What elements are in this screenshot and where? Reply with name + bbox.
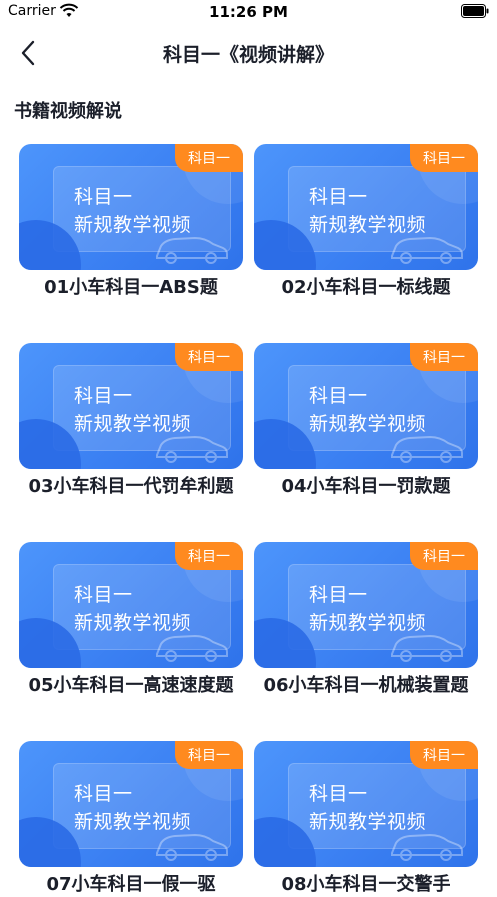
video-thumbnail[interactable]: 科目一 新规教学视频 科目一 [254, 144, 478, 270]
video-thumbnail[interactable]: 科目一 新规教学视频 科目一 [254, 343, 478, 469]
video-thumbnail[interactable]: 科目一 新规教学视频 科目一 [19, 741, 243, 867]
video-card[interactable]: 科目一 新规教学视频 科目一 02小车科目一标线题 [254, 144, 478, 300]
category-badge: 科目一 [175, 343, 243, 371]
video-card[interactable]: 科目一 新规教学视频 科目一 03小车科目一代罚牟利题 [19, 343, 243, 499]
video-title[interactable]: 08小车科目一交警手 [254, 873, 478, 897]
thumbnail-line1: 科目一 [309, 385, 368, 407]
video-title[interactable]: 02小车科目一标线题 [254, 276, 478, 300]
status-bar: Carrier 11:26 PM [0, 0, 497, 26]
category-badge: 科目一 [410, 542, 478, 570]
video-card[interactable]: 科目一 新规教学视频 科目一 08小车科目一交警手 [254, 741, 478, 897]
video-thumbnail[interactable]: 科目一 新规教学视频 科目一 [254, 542, 478, 668]
video-thumbnail[interactable]: 科目一 新规教学视频 科目一 [19, 343, 243, 469]
video-card[interactable]: 科目一 新规教学视频 科目一 04小车科目一罚款题 [254, 343, 478, 499]
category-badge: 科目一 [175, 542, 243, 570]
page-title: 科目一《视频讲解》 [162, 44, 334, 66]
car-icon [156, 634, 228, 662]
section-title: 书籍视频解说 [14, 101, 122, 122]
category-badge: 科目一 [175, 741, 243, 769]
video-card[interactable]: 科目一 新规教学视频 科目一 01小车科目一ABS题 [19, 144, 243, 300]
video-title[interactable]: 05小车科目一高速速度题 [19, 674, 243, 698]
thumbnail-line1: 科目一 [74, 385, 133, 407]
video-card[interactable]: 科目一 新规教学视频 科目一 07小车科目一假一驱 [19, 741, 243, 897]
thumbnail-line1: 科目一 [309, 186, 368, 208]
video-title[interactable]: 01小车科目一ABS题 [19, 276, 243, 300]
car-icon [156, 236, 228, 264]
car-icon [391, 833, 463, 861]
category-badge: 科目一 [410, 741, 478, 769]
video-title[interactable]: 03小车科目一代罚牟利题 [19, 475, 243, 499]
thumbnail-line1: 科目一 [309, 783, 368, 805]
car-icon [156, 833, 228, 861]
category-badge: 科目一 [410, 144, 478, 172]
video-title[interactable]: 04小车科目一罚款题 [254, 475, 478, 499]
video-thumbnail[interactable]: 科目一 新规教学视频 科目一 [19, 144, 243, 270]
category-badge: 科目一 [410, 343, 478, 371]
video-title[interactable]: 07小车科目一假一驱 [19, 873, 243, 897]
thumbnail-line1: 科目一 [74, 186, 133, 208]
video-thumbnail[interactable]: 科目一 新规教学视频 科目一 [254, 741, 478, 867]
car-icon [391, 435, 463, 463]
video-title[interactable]: 06小车科目一机械装置题 [254, 674, 478, 698]
thumbnail-line1: 科目一 [74, 783, 133, 805]
clock: 11:26 PM [209, 3, 288, 21]
video-card[interactable]: 科目一 新规教学视频 科目一 06小车科目一机械装置题 [254, 542, 478, 698]
video-thumbnail[interactable]: 科目一 新规教学视频 科目一 [19, 542, 243, 668]
category-badge: 科目一 [175, 144, 243, 172]
car-icon [156, 435, 228, 463]
battery-icon [461, 4, 489, 18]
thumbnail-line1: 科目一 [74, 584, 133, 606]
car-icon [391, 236, 463, 264]
video-card[interactable]: 科目一 新规教学视频 科目一 05小车科目一高速速度题 [19, 542, 243, 698]
navigation-bar: 科目一《视频讲解》 [0, 26, 497, 78]
car-icon [391, 634, 463, 662]
thumbnail-line1: 科目一 [309, 584, 368, 606]
